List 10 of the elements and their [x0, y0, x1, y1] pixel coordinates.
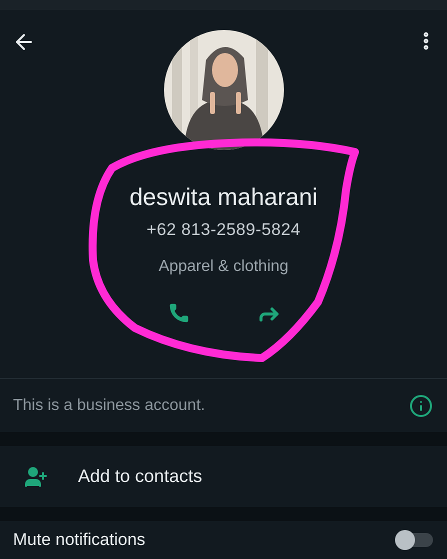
business-account-note: This is a business account.	[13, 396, 206, 415]
contact-name: deswita maharani	[129, 184, 318, 212]
phone-number: +62 813-2589-5824	[146, 220, 300, 240]
mute-toggle[interactable]	[397, 533, 433, 547]
add-to-contacts-item[interactable]: Add to contacts	[0, 446, 447, 507]
business-category: Apparel & clothing	[158, 258, 288, 276]
add-person-icon	[24, 464, 48, 489]
mute-notifications-label: Mute notifications	[13, 530, 146, 550]
info-icon[interactable]	[409, 394, 433, 418]
phone-icon	[168, 302, 190, 324]
